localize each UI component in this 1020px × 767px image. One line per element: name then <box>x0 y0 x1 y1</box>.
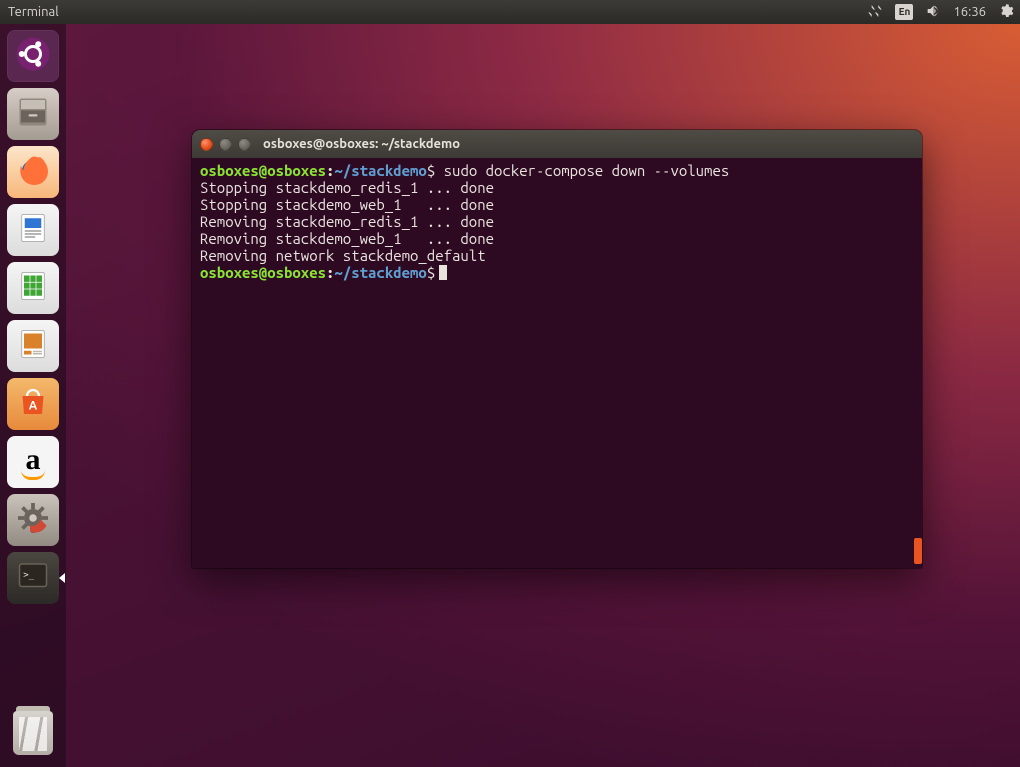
launcher-amazon[interactable]: a <box>7 436 59 488</box>
trash-icon <box>13 711 53 755</box>
prompt-path: ~/stackdemo <box>334 162 426 179</box>
launcher-dash[interactable] <box>7 30 59 82</box>
svg-text:>_: >_ <box>23 571 34 581</box>
terminal-body[interactable]: osboxes@osboxes:~/stackdemo$ sudo docker… <box>192 158 922 568</box>
launcher: A a >_ <box>0 24 66 767</box>
cursor <box>439 265 447 280</box>
settings-icon <box>15 500 51 540</box>
ime-indicator[interactable]: En <box>895 4 913 20</box>
launcher-trash[interactable] <box>7 707 59 759</box>
svg-text:A: A <box>29 400 38 413</box>
ubuntu-icon <box>15 36 51 76</box>
output-line: Removing stackdemo_web_1 ... done <box>200 230 494 247</box>
top-panel: Terminal En 16:36 <box>0 0 1020 24</box>
calc-icon <box>15 268 51 308</box>
prompt-user: osboxes@osboxes <box>200 162 326 179</box>
ime-icon: En <box>895 4 913 20</box>
output-line: Removing stackdemo_redis_1 ... done <box>200 213 494 230</box>
launcher-impress[interactable] <box>7 320 59 372</box>
launcher-calc[interactable] <box>7 262 59 314</box>
prompt-path: ~/stackdemo <box>334 264 426 281</box>
impress-icon <box>15 326 51 366</box>
firefox-icon <box>15 152 51 192</box>
window-minimize-button[interactable] <box>219 138 232 151</box>
launcher-writer[interactable] <box>7 204 59 256</box>
prompt-user: osboxes@osboxes <box>200 264 326 281</box>
launcher-software[interactable]: A <box>7 378 59 430</box>
prompt-symbol: $ <box>427 264 435 281</box>
network-indicator[interactable] <box>867 3 883 22</box>
terminal-icon: >_ <box>15 558 51 598</box>
output-line: Stopping stackdemo_web_1 ... done <box>200 196 494 213</box>
launcher-firefox[interactable] <box>7 146 59 198</box>
terminal-scrollbar-thumb[interactable] <box>914 538 922 564</box>
session-indicator[interactable] <box>998 3 1014 22</box>
output-line: Removing network stackdemo_default <box>200 247 486 264</box>
running-indicator-icon <box>59 573 65 583</box>
clock[interactable]: 16:36 <box>953 5 986 19</box>
terminal-title: osboxes@osboxes: ~/stackdemo <box>263 137 460 151</box>
volume-icon <box>925 3 941 22</box>
gear-icon <box>998 3 1014 22</box>
writer-icon <box>15 210 51 250</box>
terminal-titlebar[interactable]: osboxes@osboxes: ~/stackdemo <box>192 130 922 158</box>
file-cabinet-icon <box>15 94 51 134</box>
output-line: Stopping stackdemo_redis_1 ... done <box>200 179 494 196</box>
command-text: sudo docker-compose down --volumes <box>444 162 730 179</box>
prompt-symbol: $ <box>427 162 435 179</box>
launcher-settings[interactable] <box>7 494 59 546</box>
software-bag-icon: A <box>15 384 51 424</box>
launcher-files[interactable] <box>7 88 59 140</box>
network-icon <box>867 3 883 22</box>
sound-indicator[interactable] <box>925 3 941 22</box>
active-app-label: Terminal <box>8 5 59 19</box>
terminal-window[interactable]: osboxes@osboxes: ~/stackdemo osboxes@osb… <box>192 130 922 568</box>
launcher-terminal[interactable]: >_ <box>7 552 59 604</box>
window-close-button[interactable] <box>200 138 213 151</box>
window-maximize-button[interactable] <box>238 138 251 151</box>
